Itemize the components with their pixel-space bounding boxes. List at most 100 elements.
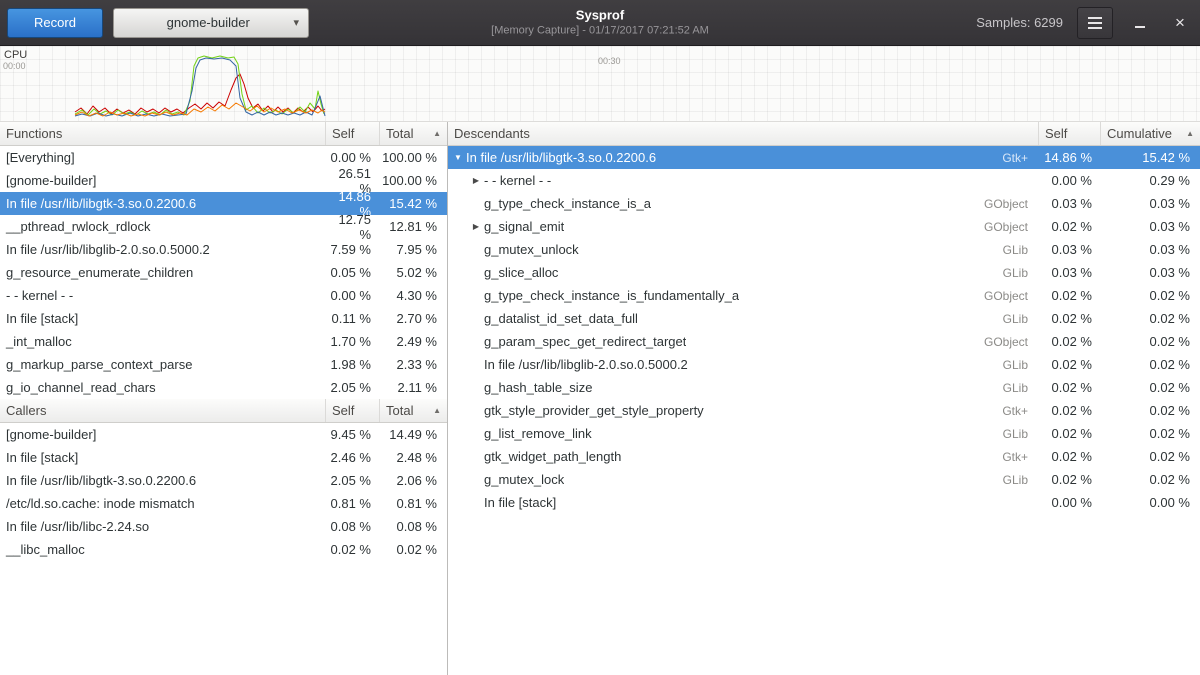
functions-table-body: [Everything]0.00 %100.00 %[gnome-builder… <box>0 146 447 399</box>
descendants-row[interactable]: ▶g_signal_emitGObject0.02 %0.03 % <box>448 215 1200 238</box>
total-percent: 0.08 % <box>379 519 447 534</box>
descendants-row[interactable]: g_type_check_instance_is_aGObject0.03 %0… <box>448 192 1200 215</box>
expander-icon[interactable]: ▶ <box>468 222 484 231</box>
tree-cell: g_param_spec_get_redirect_targetGObject <box>448 334 1038 349</box>
descendants-row[interactable]: g_param_spec_get_redirect_targetGObject0… <box>448 330 1200 353</box>
self-percent: 1.70 % <box>325 334 379 349</box>
functions-row[interactable]: [gnome-builder]26.51 %100.00 % <box>0 169 447 192</box>
functions-row[interactable]: - - kernel - -0.00 %4.30 % <box>0 284 447 307</box>
descendants-row[interactable]: In file [stack]0.00 %0.00 % <box>448 491 1200 514</box>
descendants-row[interactable]: g_list_remove_linkGLib0.02 %0.02 % <box>448 422 1200 445</box>
descendants-row[interactable]: In file /usr/lib/libglib-2.0.so.0.5000.2… <box>448 353 1200 376</box>
column-header-callers[interactable]: Callers <box>0 399 325 422</box>
cumulative-percent: 0.02 % <box>1100 380 1200 395</box>
callers-row[interactable]: In file [stack]2.46 %2.48 % <box>0 446 447 469</box>
library-category: GLib <box>995 312 1038 326</box>
descendants-row[interactable]: gtk_style_provider_get_style_propertyGtk… <box>448 399 1200 422</box>
function-name: In file [stack] <box>484 495 556 510</box>
callers-row[interactable]: In file /usr/lib/libc-2.24.so0.08 %0.08 … <box>0 515 447 538</box>
cumulative-percent: 0.02 % <box>1100 311 1200 326</box>
functions-row[interactable]: [Everything]0.00 %100.00 % <box>0 146 447 169</box>
cpu-graph-area[interactable]: CPU 00:00 00:30 <box>0 46 1200 122</box>
function-name: g_mutex_unlock <box>484 242 579 257</box>
menu-button[interactable] <box>1077 7 1113 39</box>
left-panel: Functions Self Total ▲ [Everything]0.00 … <box>0 122 448 675</box>
self-percent: 0.00 % <box>1038 173 1100 188</box>
functions-row[interactable]: g_markup_parse_context_parse1.98 %2.33 % <box>0 353 447 376</box>
column-header-functions[interactable]: Functions <box>0 122 325 145</box>
expander-icon[interactable]: ▼ <box>450 153 466 162</box>
column-header-total[interactable]: Total ▲ <box>379 122 447 145</box>
tree-cell: In file /usr/lib/libglib-2.0.so.0.5000.2… <box>448 357 1038 372</box>
descendants-table-body: ▼In file /usr/lib/libgtk-3.so.0.2200.6 Gt… <box>448 146 1200 514</box>
tree-cell: gtk_style_provider_get_style_propertyGtk… <box>448 403 1038 418</box>
descendants-row[interactable]: g_datalist_id_set_data_fullGLib0.02 %0.0… <box>448 307 1200 330</box>
descendants-row[interactable]: g_slice_allocGLib0.03 %0.03 % <box>448 261 1200 284</box>
descendants-row[interactable]: gtk_widget_path_lengthGtk+0.02 %0.02 % <box>448 445 1200 468</box>
library-category: GObject <box>976 289 1038 303</box>
cumulative-percent: 0.03 % <box>1100 196 1200 211</box>
callers-row[interactable]: In file /usr/lib/libgtk-3.so.0.2200.62.0… <box>0 469 447 492</box>
column-header-self[interactable]: Self <box>325 122 379 145</box>
functions-row[interactable]: __pthread_rwlock_rdlock12.75 %12.81 % <box>0 215 447 238</box>
callers-table-header: Callers Self Total ▲ <box>0 399 447 423</box>
function-name: g_slice_alloc <box>484 265 558 280</box>
column-header-self[interactable]: Self <box>325 399 379 422</box>
descendants-row[interactable]: ▼In file /usr/lib/libgtk-3.so.0.2200.6 Gt… <box>448 146 1200 169</box>
window-title-box: Sysprof [Memory Capture] - 01/17/2017 07… <box>491 7 709 38</box>
function-name: - - kernel - - <box>484 173 551 188</box>
cumulative-percent: 0.02 % <box>1100 403 1200 418</box>
cumulative-percent: 0.29 % <box>1100 173 1200 188</box>
function-name: g_signal_emit <box>484 219 564 234</box>
library-category: GLib <box>995 243 1038 257</box>
close-button[interactable]: × <box>1167 9 1193 37</box>
self-percent: 0.03 % <box>1038 265 1100 280</box>
sort-indicator-icon: ▲ <box>1182 129 1194 138</box>
functions-row[interactable]: In file [stack]0.11 %2.70 % <box>0 307 447 330</box>
self-percent: 0.81 % <box>325 496 379 511</box>
tree-cell: In file [stack] <box>448 495 1038 510</box>
sort-indicator-icon: ▲ <box>429 129 441 138</box>
library-category: GObject <box>976 335 1038 349</box>
functions-row[interactable]: _int_malloc1.70 %2.49 % <box>0 330 447 353</box>
descendants-row[interactable]: g_mutex_unlockGLib0.03 %0.03 % <box>448 238 1200 261</box>
cumulative-percent: 0.02 % <box>1100 472 1200 487</box>
column-header-total-label: Total <box>386 126 413 141</box>
descendants-row[interactable]: ▶- - kernel - - 0.00 %0.29 % <box>448 169 1200 192</box>
column-header-self[interactable]: Self <box>1038 122 1100 145</box>
callers-row[interactable]: [gnome-builder]9.45 %14.49 % <box>0 423 447 446</box>
function-name: In file /usr/lib/libgtk-3.so.0.2200.6 <box>466 150 656 165</box>
column-header-total[interactable]: Total ▲ <box>379 399 447 422</box>
cumulative-percent: 0.03 % <box>1100 265 1200 280</box>
self-percent: 2.05 % <box>325 380 379 395</box>
cumulative-percent: 0.02 % <box>1100 426 1200 441</box>
functions-row[interactable]: g_io_channel_read_chars2.05 %2.11 % <box>0 376 447 399</box>
tree-cell: g_type_check_instance_is_fundamentally_a… <box>448 288 1038 303</box>
functions-row[interactable]: g_resource_enumerate_children0.05 %5.02 … <box>0 261 447 284</box>
callers-row[interactable]: /etc/ld.so.cache: inode mismatch0.81 %0.… <box>0 492 447 515</box>
descendants-row[interactable]: g_hash_table_sizeGLib0.02 %0.02 % <box>448 376 1200 399</box>
library-category: Gtk+ <box>994 404 1038 418</box>
process-selector-dropdown[interactable]: gnome-builder ▾ <box>113 8 309 38</box>
expander-icon[interactable]: ▶ <box>468 176 484 185</box>
descendants-row[interactable]: g_mutex_lockGLib0.02 %0.02 % <box>448 468 1200 491</box>
total-percent: 5.02 % <box>379 265 447 280</box>
cumulative-percent: 0.02 % <box>1100 288 1200 303</box>
function-name: g_type_check_instance_is_a <box>484 196 651 211</box>
functions-row[interactable]: In file /usr/lib/libglib-2.0.so.0.5000.2… <box>0 238 447 261</box>
library-category: Gtk+ <box>994 151 1038 165</box>
function-name: In file /usr/lib/libc-2.24.so <box>0 519 325 534</box>
tree-cell: g_type_check_instance_is_aGObject <box>448 196 1038 211</box>
functions-row[interactable]: In file /usr/lib/libgtk-3.so.0.2200.614.… <box>0 192 447 215</box>
cpu-series-cpu0 <box>75 74 325 114</box>
column-header-descendants[interactable]: Descendants <box>448 122 1038 145</box>
tree-cell: ▶g_signal_emitGObject <box>448 219 1038 234</box>
callers-row[interactable]: __libc_malloc0.02 %0.02 % <box>0 538 447 561</box>
record-button[interactable]: Record <box>7 8 103 38</box>
chevron-down-icon: ▾ <box>293 16 299 29</box>
self-percent: 0.02 % <box>1038 311 1100 326</box>
descendants-row[interactable]: g_type_check_instance_is_fundamentally_a… <box>448 284 1200 307</box>
cpu-graph-label: CPU <box>4 49 27 61</box>
column-header-cumulative[interactable]: Cumulative ▲ <box>1100 122 1200 145</box>
minimize-button[interactable] <box>1127 9 1153 37</box>
